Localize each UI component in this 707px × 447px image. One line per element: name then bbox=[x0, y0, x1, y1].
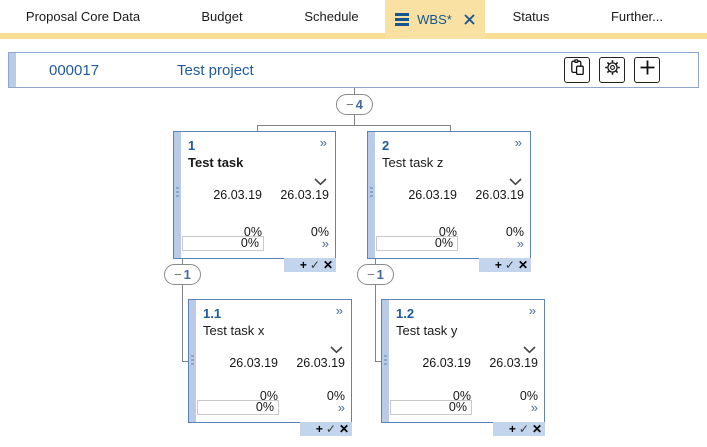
percent-input[interactable]: 0% bbox=[182, 236, 264, 251]
add-child-icon[interactable]: + bbox=[300, 259, 307, 271]
card-toolbar: + ✓ ✕ bbox=[284, 258, 336, 272]
node-count: 4 bbox=[356, 97, 363, 112]
percent-input[interactable]: 0% bbox=[390, 400, 472, 415]
header-actions bbox=[564, 57, 660, 83]
expand-details-icon[interactable]: » bbox=[529, 303, 536, 318]
add-child-icon[interactable]: + bbox=[509, 423, 516, 435]
expand-details-icon[interactable]: » bbox=[515, 135, 522, 150]
drag-handle-icon[interactable] bbox=[191, 355, 194, 367]
tab-wbs[interactable]: WBS* bbox=[385, 0, 485, 39]
add-child-icon[interactable]: + bbox=[316, 423, 323, 435]
connector-line bbox=[354, 115, 355, 125]
connector-line bbox=[182, 285, 183, 361]
delete-icon[interactable]: ✕ bbox=[518, 259, 528, 271]
tab-bar-accent-strip bbox=[0, 33, 707, 39]
card-toolbar: + ✓ ✕ bbox=[300, 422, 352, 436]
delete-icon[interactable]: ✕ bbox=[339, 423, 349, 435]
collapse-toggle-task2[interactable]: −1 bbox=[357, 264, 394, 285]
card-toolbar: + ✓ ✕ bbox=[493, 422, 545, 436]
menu-icon[interactable] bbox=[395, 13, 409, 26]
tab-proposal-core-data[interactable]: Proposal Core Data bbox=[0, 0, 166, 33]
minus-icon: − bbox=[174, 267, 182, 282]
add-node-button[interactable] bbox=[634, 57, 660, 83]
plus-icon bbox=[639, 59, 656, 81]
task-code: 1 bbox=[188, 138, 195, 153]
gear-icon bbox=[604, 59, 621, 81]
minus-icon: − bbox=[346, 97, 354, 112]
paste-button[interactable] bbox=[564, 57, 590, 83]
task-title[interactable]: Test task y bbox=[396, 323, 457, 338]
expand-details-icon[interactable]: » bbox=[336, 303, 343, 318]
task-card-1[interactable]: 1 » Test task 26.03.19 26.03.19 0% 0% 0%… bbox=[173, 131, 336, 259]
start-date: 26.03.19 bbox=[422, 356, 471, 370]
task-card-2[interactable]: 2 » Test task z 26.03.19 26.03.19 0% 0% … bbox=[367, 131, 531, 259]
project-name: Test project bbox=[177, 62, 254, 79]
percent-input[interactable]: 0% bbox=[197, 400, 279, 415]
task-title[interactable]: Test task z bbox=[382, 155, 443, 170]
project-id: 000017 bbox=[49, 62, 177, 79]
confirm-icon[interactable]: ✓ bbox=[505, 259, 515, 271]
expand-row-icon[interactable]: » bbox=[531, 400, 538, 415]
confirm-icon[interactable]: ✓ bbox=[310, 259, 320, 271]
add-child-icon[interactable]: + bbox=[495, 259, 502, 271]
collapse-toggle-root[interactable]: −4 bbox=[336, 94, 373, 115]
task-title[interactable]: Test task x bbox=[203, 323, 264, 338]
tab-status[interactable]: Status bbox=[485, 0, 577, 33]
confirm-icon[interactable]: ✓ bbox=[519, 423, 529, 435]
tab-schedule[interactable]: Schedule bbox=[278, 0, 385, 33]
connector-line bbox=[257, 125, 451, 126]
confirm-icon[interactable]: ✓ bbox=[326, 423, 336, 435]
node-count: 1 bbox=[184, 267, 191, 282]
start-date: 26.03.19 bbox=[213, 188, 262, 202]
tab-further[interactable]: Further... bbox=[577, 0, 697, 33]
task-code: 1.1 bbox=[203, 306, 221, 321]
task-code: 2 bbox=[382, 138, 389, 153]
start-date: 26.03.19 bbox=[408, 188, 457, 202]
minus-icon: − bbox=[367, 267, 375, 282]
expand-row-icon[interactable]: » bbox=[338, 400, 345, 415]
task-card-1-1[interactable]: 1.1 » Test task x 26.03.19 26.03.19 0% 0… bbox=[188, 299, 352, 423]
collapse-toggle-task1[interactable]: −1 bbox=[164, 264, 201, 285]
drag-handle-icon[interactable] bbox=[384, 355, 387, 367]
settings-button[interactable] bbox=[599, 57, 625, 83]
project-header-bar[interactable]: 000017 Test project bbox=[8, 52, 699, 88]
end-date: 26.03.19 bbox=[280, 188, 329, 202]
header-accent-strip bbox=[9, 53, 16, 87]
close-tab-icon[interactable] bbox=[464, 14, 475, 25]
end-date: 26.03.19 bbox=[296, 356, 345, 370]
task-card-1-2[interactable]: 1.2 » Test task y 26.03.19 26.03.19 0% 0… bbox=[381, 299, 545, 423]
clipboard-icon bbox=[569, 59, 586, 81]
delete-icon[interactable]: ✕ bbox=[323, 259, 333, 271]
expand-details-icon[interactable]: » bbox=[320, 135, 327, 150]
card-toolbar: + ✓ ✕ bbox=[479, 258, 531, 272]
task-title[interactable]: Test task bbox=[188, 155, 243, 170]
task-code: 1.2 bbox=[396, 306, 414, 321]
tab-wbs-label: WBS* bbox=[417, 12, 452, 27]
expand-row-icon[interactable]: » bbox=[517, 236, 524, 251]
end-date: 26.03.19 bbox=[489, 356, 538, 370]
start-date: 26.03.19 bbox=[229, 356, 278, 370]
connector-line bbox=[375, 285, 376, 361]
tab-budget[interactable]: Budget bbox=[166, 0, 278, 33]
tab-bar: Proposal Core Data Budget Schedule WBS* … bbox=[0, 0, 707, 39]
expand-row-icon[interactable]: » bbox=[322, 236, 329, 251]
drag-handle-icon[interactable] bbox=[370, 187, 373, 199]
drag-handle-icon[interactable] bbox=[176, 187, 179, 199]
delete-icon[interactable]: ✕ bbox=[532, 423, 542, 435]
node-count: 1 bbox=[377, 267, 384, 282]
end-date: 26.03.19 bbox=[475, 188, 524, 202]
wbs-page: Proposal Core Data Budget Schedule WBS* … bbox=[0, 0, 707, 447]
percent-input[interactable]: 0% bbox=[376, 236, 458, 251]
